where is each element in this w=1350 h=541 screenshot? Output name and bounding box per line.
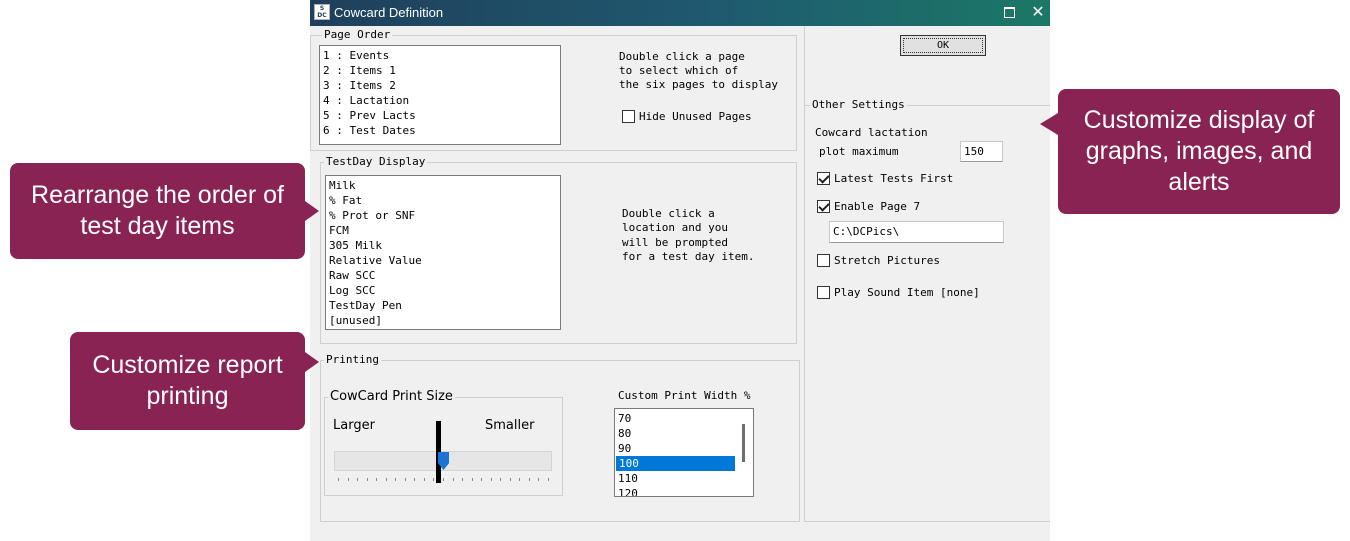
testday-item[interactable]: % Fat — [329, 193, 362, 208]
ok-button[interactable]: OK — [900, 35, 986, 56]
slider-tick — [528, 478, 530, 481]
maximize-icon[interactable] — [1004, 7, 1015, 18]
slider-ticks — [338, 478, 549, 482]
width-option[interactable]: 70 — [615, 411, 735, 426]
page-order-label: Page Order — [322, 28, 393, 41]
other-settings-panel — [804, 26, 805, 522]
testday-item[interactable]: TestDay Pen — [329, 298, 402, 313]
latest-tests-checkbox[interactable] — [817, 172, 830, 185]
page-order-help-line: the six pages to display — [619, 78, 778, 91]
play-sound-label: Play Sound Item [none] — [834, 286, 980, 299]
page-order-item[interactable]: 4 : Lactation — [323, 93, 409, 108]
plot-label-line1: Cowcard lactation — [815, 126, 928, 139]
slider-tick — [357, 478, 359, 481]
stretch-pictures-checkbox[interactable] — [817, 254, 830, 267]
testday-item[interactable]: Raw SCC — [329, 268, 375, 283]
page-order-item[interactable]: 6 : Test Dates — [323, 123, 416, 138]
play-sound-checkbox[interactable] — [817, 286, 830, 299]
slider-tick — [395, 478, 397, 481]
title-bar[interactable]: S DC Cowcard Definition ✕ — [310, 0, 1050, 26]
testday-help-line: will be prompted — [622, 236, 728, 249]
testday-item[interactable]: Log SCC — [329, 283, 375, 298]
enable-page7-checkbox[interactable] — [817, 200, 830, 213]
slider-tick — [404, 478, 406, 481]
testday-help-line: for a test day item. — [622, 250, 755, 263]
other-settings-label: Other Settings — [810, 98, 907, 111]
testday-listbox[interactable]: Milk % Fat % Prot or SNF FCM 305 Milk Re… — [325, 175, 561, 330]
callout-arrow — [1040, 113, 1058, 135]
slider-tick — [433, 478, 435, 481]
hide-unused-label: Hide Unused Pages — [639, 110, 752, 123]
smaller-label: Smaller — [485, 418, 535, 433]
slider-tick — [338, 478, 339, 481]
window-title: Cowcard Definition — [334, 5, 444, 20]
cowcard-definition-window: S DC Cowcard Definition ✕ Page Order 1 : … — [310, 0, 1050, 541]
custom-width-listbox[interactable]: 70 80 90 100 110 120 — [614, 408, 754, 497]
slider-tick — [538, 478, 540, 481]
width-option-selected[interactable]: 100 — [616, 456, 735, 471]
slider-tick — [490, 478, 492, 481]
slider-tick — [452, 478, 454, 481]
slider-tick — [443, 478, 444, 481]
callout-rearrange-order: Rearrange the order of test day items — [10, 163, 305, 259]
slider-tick — [423, 478, 425, 481]
larger-label: Larger — [333, 418, 375, 433]
stretch-pictures-label: Stretch Pictures — [834, 254, 940, 267]
plot-max-input[interactable]: 150 — [960, 141, 1003, 162]
testday-item[interactable]: FCM — [329, 223, 349, 238]
slider-tick — [366, 478, 368, 481]
plot-label-line2: plot maximum — [819, 145, 899, 158]
testday-item[interactable]: 305 Milk — [329, 238, 382, 253]
page-order-item[interactable]: 5 : Prev Lacts — [323, 108, 416, 123]
hide-unused-checkbox[interactable] — [622, 110, 635, 123]
testday-help-line: Double click a — [622, 207, 715, 220]
testday-item[interactable]: % Prot or SNF — [329, 208, 415, 223]
width-option[interactable]: 90 — [615, 441, 735, 456]
callout-arrow — [305, 352, 319, 372]
page-order-item[interactable]: 2 : Items 1 — [323, 63, 396, 78]
slider-tick — [509, 478, 511, 481]
testday-item[interactable]: Relative Value — [329, 253, 422, 268]
page-order-listbox[interactable]: 1 : Events 2 : Items 1 3 : Items 2 4 : L… — [319, 45, 561, 145]
slider-tick — [481, 478, 483, 481]
slider-tick — [347, 478, 349, 481]
printing-label: Printing — [324, 353, 381, 366]
width-scrollbar-thumb[interactable] — [742, 424, 745, 462]
width-option[interactable]: 110 — [615, 471, 735, 486]
slider-tick — [500, 478, 502, 481]
page-order-help-line: Double click a page — [619, 50, 745, 63]
enable-page7-label: Enable Page 7 — [834, 200, 921, 213]
callout-arrow — [305, 201, 319, 221]
page-order-item[interactable]: 3 : Items 2 — [323, 78, 396, 93]
page-order-help-line: to select which of — [619, 64, 739, 77]
callout-printing: Customize report printing — [70, 332, 305, 430]
testday-item[interactable]: [unused] — [329, 313, 382, 328]
slider-tick — [519, 478, 521, 481]
width-option[interactable]: 120 — [615, 486, 735, 496]
slider-tick — [471, 478, 473, 481]
pics-path-input[interactable]: C:\DCPics\ — [829, 221, 1004, 243]
slider-tick — [462, 478, 464, 481]
slider-tick — [385, 478, 387, 481]
custom-width-label: Custom Print Width % — [618, 389, 751, 402]
latest-tests-label: Latest Tests First — [834, 172, 954, 185]
width-option[interactable]: 80 — [615, 426, 735, 441]
testday-help-line: location and you — [622, 221, 728, 234]
close-icon[interactable]: ✕ — [1028, 2, 1048, 22]
app-icon: S DC — [314, 4, 330, 20]
testday-item[interactable]: Milk — [329, 178, 356, 193]
slider-tick — [414, 478, 416, 481]
page-order-item[interactable]: 1 : Events — [323, 48, 389, 63]
slider-tick — [376, 478, 378, 481]
other-settings-panel-bottom — [804, 521, 1050, 522]
print-size-label: CowCard Print Size — [328, 389, 455, 404]
testday-display-label: TestDay Display — [324, 155, 428, 168]
callout-display: Customize display of graphs, images, and… — [1058, 89, 1340, 214]
slider-tick — [548, 478, 549, 481]
